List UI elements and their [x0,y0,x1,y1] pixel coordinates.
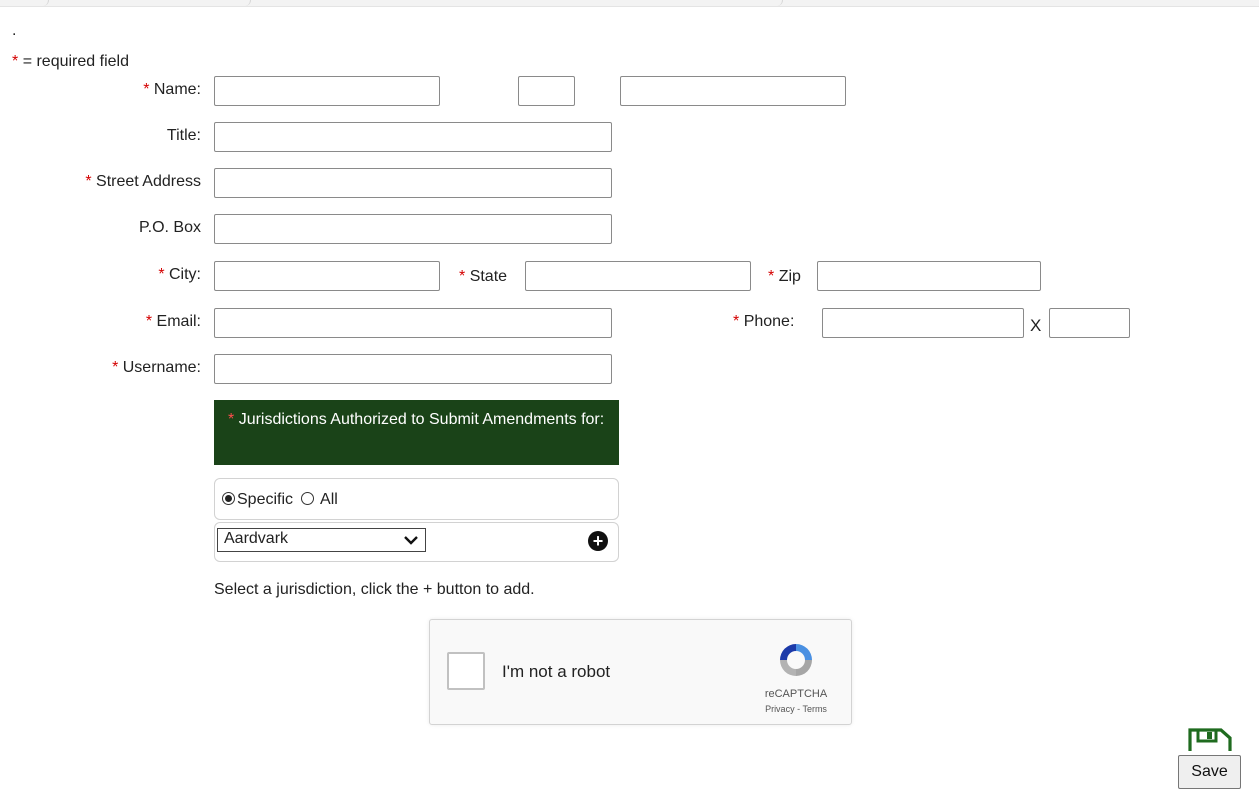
tab-left[interactable] [0,0,49,6]
username-star: * [112,359,119,376]
jurisdictions-header: * Jurisdictions Authorized to Submit Ame… [214,400,619,465]
email-input[interactable] [214,308,612,338]
username-label: * Username: [40,359,201,377]
state-label: * State [459,268,507,286]
email-label-text: Email: [156,313,201,330]
radio-specific-label[interactable]: Specific [237,491,293,508]
zip-label-text: Zip [778,268,801,285]
floppy-disk-icon[interactable] [1187,727,1233,753]
recaptcha-link-separator: - [797,704,801,714]
state-label-text: State [469,268,508,285]
street-star: * [85,173,92,190]
street-address-label: * Street Address [20,173,201,191]
plus-circle-icon[interactable]: + [588,531,608,551]
phone-label: * Phone: [733,313,794,331]
phone-input[interactable] [822,308,1024,338]
po-box-label: P.O. Box [139,219,201,236]
name-label-text: Name: [153,81,201,98]
recaptcha-privacy-link[interactable]: Privacy [765,704,795,714]
last-name-input[interactable] [620,76,846,106]
phone-star: * [733,313,740,330]
recaptcha-label: I'm not a robot [502,662,611,681]
top-dot: . [12,22,17,39]
middle-initial-input[interactable] [518,76,575,106]
recaptcha-links: Privacy - Terms [748,704,844,714]
save-button[interactable]: Save [1178,755,1241,789]
jurisdictions-star: * [228,411,235,428]
phone-extension-separator: X [1030,316,1042,335]
username-label-text: Username: [122,359,201,376]
recaptcha-checkbox[interactable] [447,652,485,690]
zip-input[interactable] [817,261,1041,291]
required-star: * [12,53,19,70]
required-note: * = required field [12,53,129,71]
street-address-input[interactable] [214,168,612,198]
jurisdiction-select-value: Aardvark [224,530,289,547]
city-label: * City: [60,266,201,284]
po-box-input[interactable] [214,214,612,244]
street-label-text: Street Address [96,173,201,190]
jurisdictions-header-text: Jurisdictions Authorized to Submit Amend… [238,411,605,428]
tab-middle[interactable] [50,0,251,6]
title-input[interactable] [214,122,612,152]
city-label-text: City: [169,266,201,283]
username-input[interactable] [214,354,612,384]
jurisdiction-help-text: Select a jurisdiction, click the + butto… [214,581,535,598]
city-star: * [158,266,165,283]
first-name-input[interactable] [214,76,440,106]
zip-label: * Zip [768,268,801,286]
phone-extension-input[interactable] [1049,308,1130,338]
name-star: * [143,81,150,98]
radio-all[interactable] [301,492,315,505]
title-label: Title: [166,127,201,144]
phone-label-text: Phone: [743,313,795,330]
email-star: * [145,313,153,330]
tab-right[interactable] [252,0,783,6]
email-label: * Email: [60,313,201,331]
state-star: * [459,268,466,285]
radio-specific[interactable] [222,492,235,505]
recaptcha-terms-link[interactable]: Terms [802,704,827,714]
scope-radio-row: Specific All [220,491,338,509]
radio-all-label[interactable]: All [320,491,338,508]
jurisdiction-select[interactable]: Aardvark [217,528,426,552]
required-note-text: = required field [22,53,129,70]
name-label: * Name: [60,81,201,99]
state-input[interactable] [525,261,751,291]
recaptcha-brand: reCAPTCHA [764,688,828,700]
jurisdiction-scope-group: Specific All [214,478,619,520]
city-input[interactable] [214,261,440,291]
zip-star: * [768,268,775,285]
chevron-down-icon [403,530,419,555]
recaptcha-logo-icon [774,638,818,682]
recaptcha-widget: I'm not a robot reCAPTCHA Privacy - Term… [429,619,852,725]
